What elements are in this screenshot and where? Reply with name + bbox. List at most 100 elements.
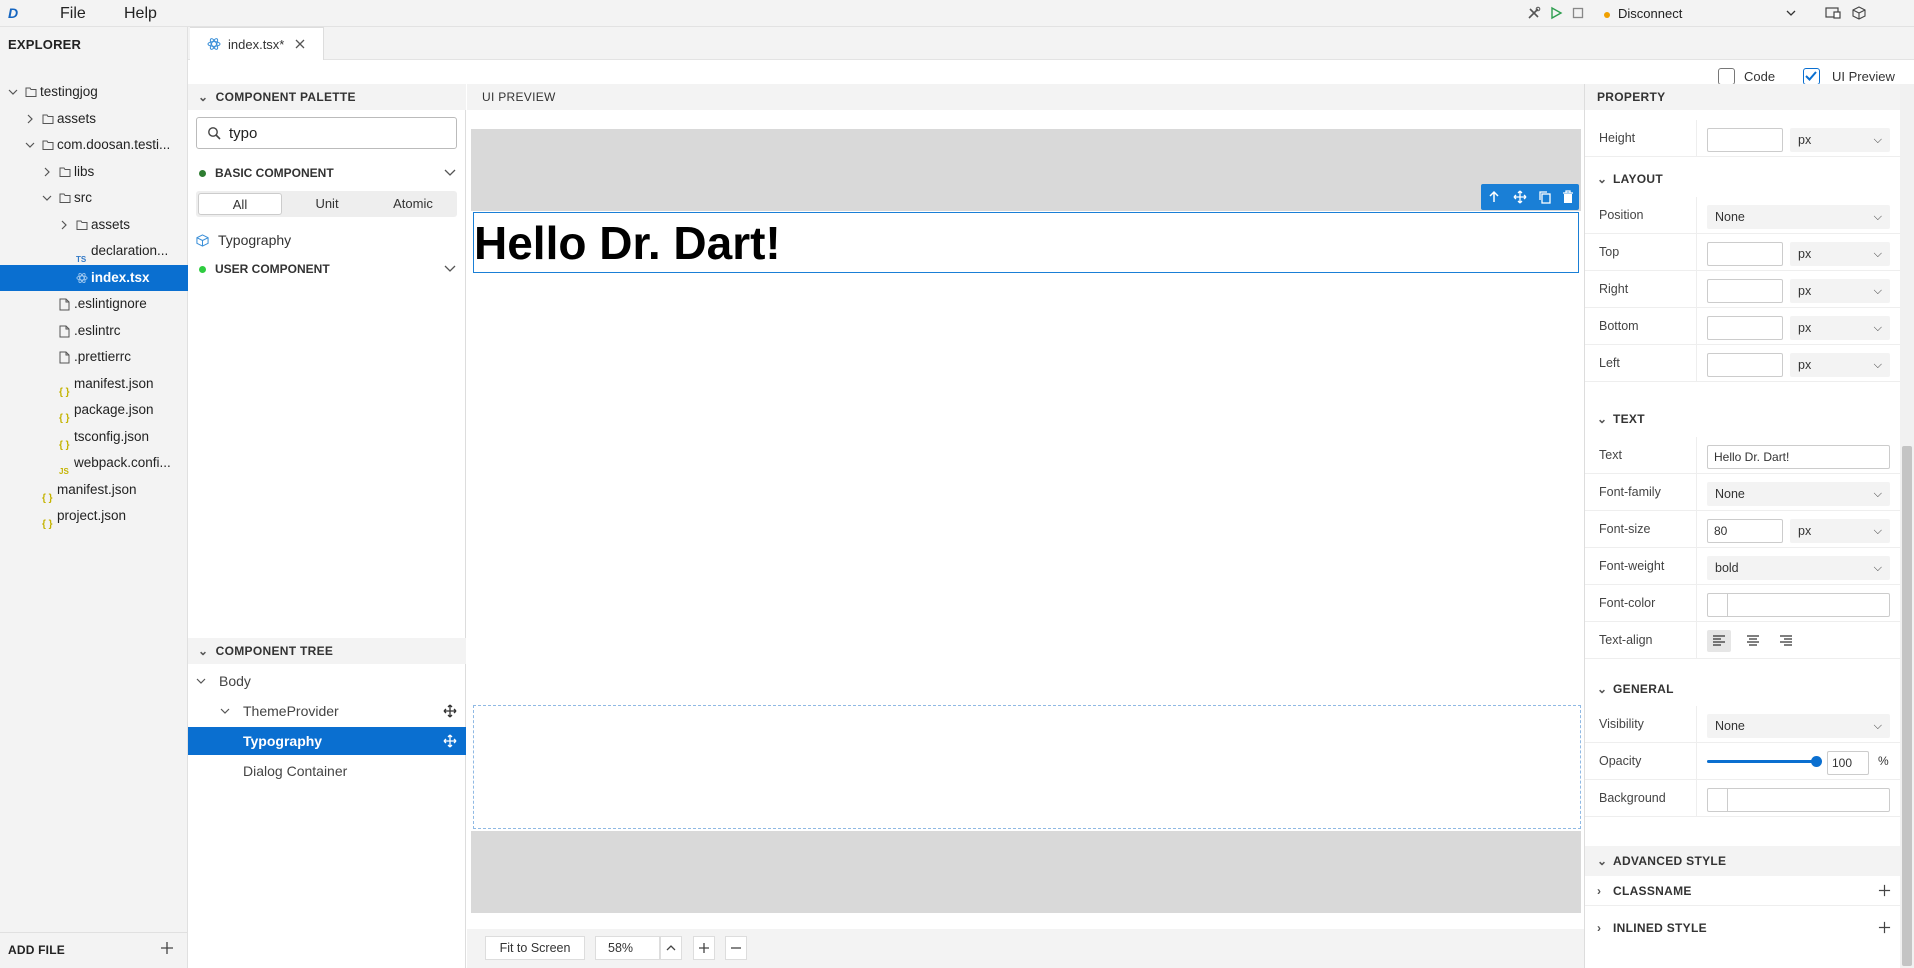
- explorer-tree-item[interactable]: .eslintignore: [0, 291, 188, 317]
- tree-node-body[interactable]: Body: [188, 667, 466, 695]
- tools-icon[interactable]: [1527, 6, 1541, 20]
- font-size-unit-select[interactable]: px ⌵: [1790, 519, 1890, 543]
- top-input[interactable]: [1707, 242, 1783, 266]
- move-icon[interactable]: [1513, 190, 1527, 204]
- package-icon[interactable]: [1852, 6, 1866, 20]
- connection-select[interactable]: Disconnect: [1604, 2, 1804, 25]
- font-weight-select[interactable]: bold ⌵: [1707, 556, 1890, 580]
- palette-title: COMPONENT PALETTE: [215, 90, 356, 104]
- general-group-header[interactable]: ⌄ GENERAL: [1585, 674, 1900, 704]
- basic-component-section[interactable]: BASIC COMPONENT: [188, 159, 466, 187]
- advanced-style-header[interactable]: ⌄ ADVANCED STYLE: [1585, 846, 1900, 876]
- explorer-tree-item[interactable]: src: [0, 185, 188, 211]
- text-group-header[interactable]: ⌄ TEXT: [1585, 404, 1900, 434]
- explorer-tree-item[interactable]: assets: [0, 212, 188, 238]
- bottom-unit-select[interactable]: px ⌵: [1790, 316, 1890, 340]
- zoom-in-button[interactable]: [693, 936, 715, 960]
- top-unit-select[interactable]: px ⌵: [1790, 242, 1890, 266]
- font-family-select[interactable]: None ⌵: [1707, 482, 1890, 506]
- opacity-input[interactable]: 100: [1827, 751, 1869, 775]
- component-tree-header[interactable]: ⌄ COMPONENT TREE: [188, 638, 466, 664]
- align-left-button[interactable]: [1707, 630, 1731, 652]
- dialog-container-outline[interactable]: [473, 705, 1581, 829]
- menu-help[interactable]: Help: [124, 0, 157, 27]
- opacity-slider-thumb[interactable]: [1811, 756, 1822, 767]
- font-color-picker[interactable]: [1707, 593, 1890, 617]
- scrollbar-thumb[interactable]: [1902, 446, 1912, 966]
- explorer-tree-item[interactable]: com.doosan.testi...: [0, 132, 188, 158]
- bottom-input[interactable]: [1707, 316, 1783, 340]
- classname-row[interactable]: › CLASSNAME: [1585, 876, 1900, 906]
- explorer-tree-item[interactable]: { } project.json: [0, 503, 188, 529]
- explorer-tree-item[interactable]: index.tsx: [0, 264, 188, 291]
- height-unit-select[interactable]: px ⌵: [1790, 128, 1890, 152]
- explorer-tree-item[interactable]: JS webpack.confi...: [0, 450, 188, 476]
- explorer-tree-item[interactable]: .eslintrc: [0, 318, 188, 344]
- trash-icon[interactable]: [1562, 190, 1574, 204]
- position-select[interactable]: None ⌵: [1707, 205, 1890, 229]
- text-input[interactable]: Hello Dr. Dart!: [1707, 445, 1890, 469]
- run-icon[interactable]: [1549, 6, 1563, 20]
- explorer-tree-item[interactable]: TS declaration...: [0, 238, 188, 264]
- left-unit-select[interactable]: px ⌵: [1790, 353, 1890, 377]
- zoom-step-up-button[interactable]: [660, 936, 682, 960]
- inlined-style-row[interactable]: › INLINED STYLE: [1585, 913, 1900, 943]
- add-file-label: ADD FILE: [8, 943, 65, 957]
- close-icon[interactable]: [294, 38, 306, 50]
- tab-index-tsx[interactable]: index.tsx*: [190, 27, 324, 60]
- font-size-input[interactable]: 80: [1707, 519, 1783, 543]
- explorer-tree-item[interactable]: libs: [0, 159, 188, 185]
- plus-icon[interactable]: [1878, 884, 1891, 897]
- palette-header[interactable]: ⌄ COMPONENT PALETTE: [188, 84, 466, 110]
- zoom-input[interactable]: 58%: [595, 936, 660, 960]
- divider: [1696, 780, 1697, 817]
- explorer-tree-item[interactable]: { } package.json: [0, 397, 188, 423]
- menu-file[interactable]: File: [60, 0, 86, 27]
- right-unit-select[interactable]: px ⌵: [1790, 279, 1890, 303]
- arrow-up-icon[interactable]: [1487, 190, 1501, 204]
- right-input[interactable]: [1707, 279, 1783, 303]
- tree-node-typography[interactable]: Typography: [188, 727, 466, 755]
- explorer-tree-item[interactable]: assets: [0, 106, 188, 132]
- user-component-section[interactable]: USER COMPONENT: [188, 255, 466, 283]
- align-center-button[interactable]: [1741, 630, 1765, 652]
- explorer-tree-item-label: .eslintrc: [74, 322, 121, 338]
- ts-file-icon: TS: [76, 255, 87, 264]
- copy-icon[interactable]: [1538, 190, 1552, 204]
- selected-typography-element[interactable]: Hello Dr. Dart!: [473, 212, 1579, 273]
- background-color-picker[interactable]: [1707, 788, 1890, 812]
- stop-icon[interactable]: [1571, 6, 1585, 20]
- filter-atomic[interactable]: Atomic: [370, 191, 456, 217]
- filter-unit[interactable]: Unit: [284, 191, 370, 217]
- explorer-tree-item[interactable]: testingjog: [0, 79, 188, 105]
- move-icon[interactable]: [443, 704, 457, 718]
- chevron-right-icon: [59, 212, 71, 238]
- property-scrollbar[interactable]: [1900, 84, 1914, 968]
- code-checkbox[interactable]: [1718, 68, 1735, 85]
- palette-item-typography[interactable]: Typography: [188, 226, 466, 254]
- move-icon[interactable]: [443, 734, 457, 748]
- visibility-select[interactable]: None ⌵: [1707, 714, 1890, 738]
- ui-preview-checkbox[interactable]: [1803, 68, 1820, 85]
- tree-node-dialog-container[interactable]: Dialog Container: [188, 757, 466, 785]
- explorer-tree-item-label: testingjog: [40, 84, 98, 99]
- fit-to-screen-button[interactable]: Fit to Screen: [485, 936, 585, 960]
- left-input[interactable]: [1707, 353, 1783, 377]
- explorer-tree-item[interactable]: .prettierrc: [0, 344, 188, 370]
- height-input[interactable]: [1707, 128, 1783, 152]
- layout-group-header[interactable]: ⌄ LAYOUT: [1585, 164, 1900, 194]
- filter-all[interactable]: All: [198, 193, 282, 215]
- text-title: TEXT: [1613, 412, 1645, 426]
- palette-search-input[interactable]: typo: [229, 118, 257, 149]
- explorer-tree-item[interactable]: { } tsconfig.json: [0, 424, 188, 450]
- explorer-tree-item[interactable]: { } manifest.json: [0, 477, 188, 503]
- zoom-out-button[interactable]: [725, 936, 747, 960]
- explorer-tree-item[interactable]: { } manifest.json: [0, 371, 188, 397]
- opacity-slider-track[interactable]: [1707, 756, 1822, 767]
- palette-search-field[interactable]: typo: [196, 117, 457, 149]
- plus-icon[interactable]: [160, 941, 174, 955]
- plus-icon[interactable]: [1878, 921, 1891, 934]
- device-icon[interactable]: [1825, 6, 1841, 20]
- align-right-button[interactable]: [1774, 630, 1798, 652]
- tree-node-themeprovider[interactable]: ThemeProvider: [188, 697, 466, 725]
